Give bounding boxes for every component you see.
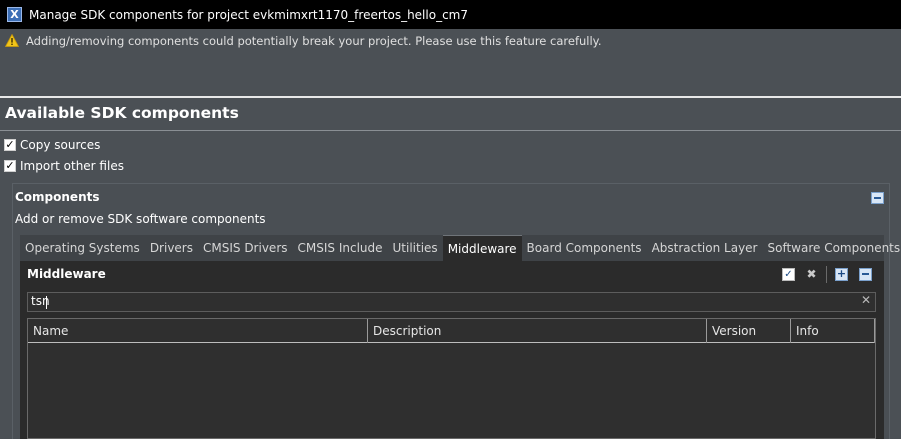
- column-header-version[interactable]: Version: [707, 319, 791, 343]
- components-description: Add or remove SDK software components: [15, 212, 266, 226]
- import-other-files-label: Import other files: [20, 159, 124, 173]
- column-header-name[interactable]: Name: [28, 319, 368, 343]
- expand-all-icon[interactable]: +: [835, 268, 848, 281]
- warning-triangle-icon: [5, 34, 19, 47]
- tab-drivers[interactable]: Drivers: [145, 235, 198, 261]
- title-bar: X Manage SDK components for project evkm…: [0, 0, 901, 29]
- check-all-icon[interactable]: ✓: [782, 268, 795, 281]
- copy-sources-checkbox[interactable]: ✓ Copy sources: [4, 138, 100, 152]
- tab-operating-systems[interactable]: Operating Systems: [20, 235, 145, 261]
- collapse-section-icon[interactable]: [871, 192, 884, 204]
- table-header: Name Description Version Info: [28, 319, 875, 343]
- tab-utilities[interactable]: Utilities: [388, 235, 443, 261]
- checkbox-checked-icon[interactable]: ✓: [4, 139, 16, 151]
- tab-cmsis-include[interactable]: CMSIS Include: [293, 235, 388, 261]
- text-caret: [46, 296, 47, 309]
- collapse-all-icon[interactable]: [859, 268, 872, 281]
- tab-board-components[interactable]: Board Components: [522, 235, 647, 261]
- component-tabs: Operating Systems Drivers CMSIS Drivers …: [20, 235, 900, 261]
- clear-filter-icon[interactable]: ✕: [861, 293, 871, 307]
- tab-abstraction-layer[interactable]: Abstraction Layer: [647, 235, 763, 261]
- tab-cmsis-drivers[interactable]: CMSIS Drivers: [198, 235, 293, 261]
- column-header-info[interactable]: Info: [791, 319, 875, 343]
- components-table: Name Description Version Info: [27, 318, 876, 439]
- tab-software-components[interactable]: Software Components: [763, 235, 901, 261]
- divider: [0, 96, 901, 98]
- panel-title: Middleware: [27, 267, 106, 281]
- checkbox-checked-icon[interactable]: ✓: [4, 160, 16, 172]
- column-header-description[interactable]: Description: [368, 319, 707, 343]
- app-x-icon: X: [7, 7, 22, 22]
- copy-sources-label: Copy sources: [20, 138, 101, 152]
- tab-middleware[interactable]: Middleware: [442, 235, 522, 261]
- window-title: Manage SDK components for project evkmim…: [29, 7, 468, 22]
- import-other-files-checkbox[interactable]: ✓ Import other files: [4, 159, 124, 173]
- page-heading: Available SDK components: [5, 104, 239, 122]
- toolbar-divider: [826, 266, 827, 283]
- filter-input[interactable]: tsn ✕: [27, 292, 876, 312]
- components-title: Components: [15, 190, 100, 204]
- divider: [0, 130, 901, 131]
- warning-text: Adding/removing components could potenti…: [26, 34, 602, 48]
- wrench-settings-icon[interactable]: ✖: [805, 268, 818, 281]
